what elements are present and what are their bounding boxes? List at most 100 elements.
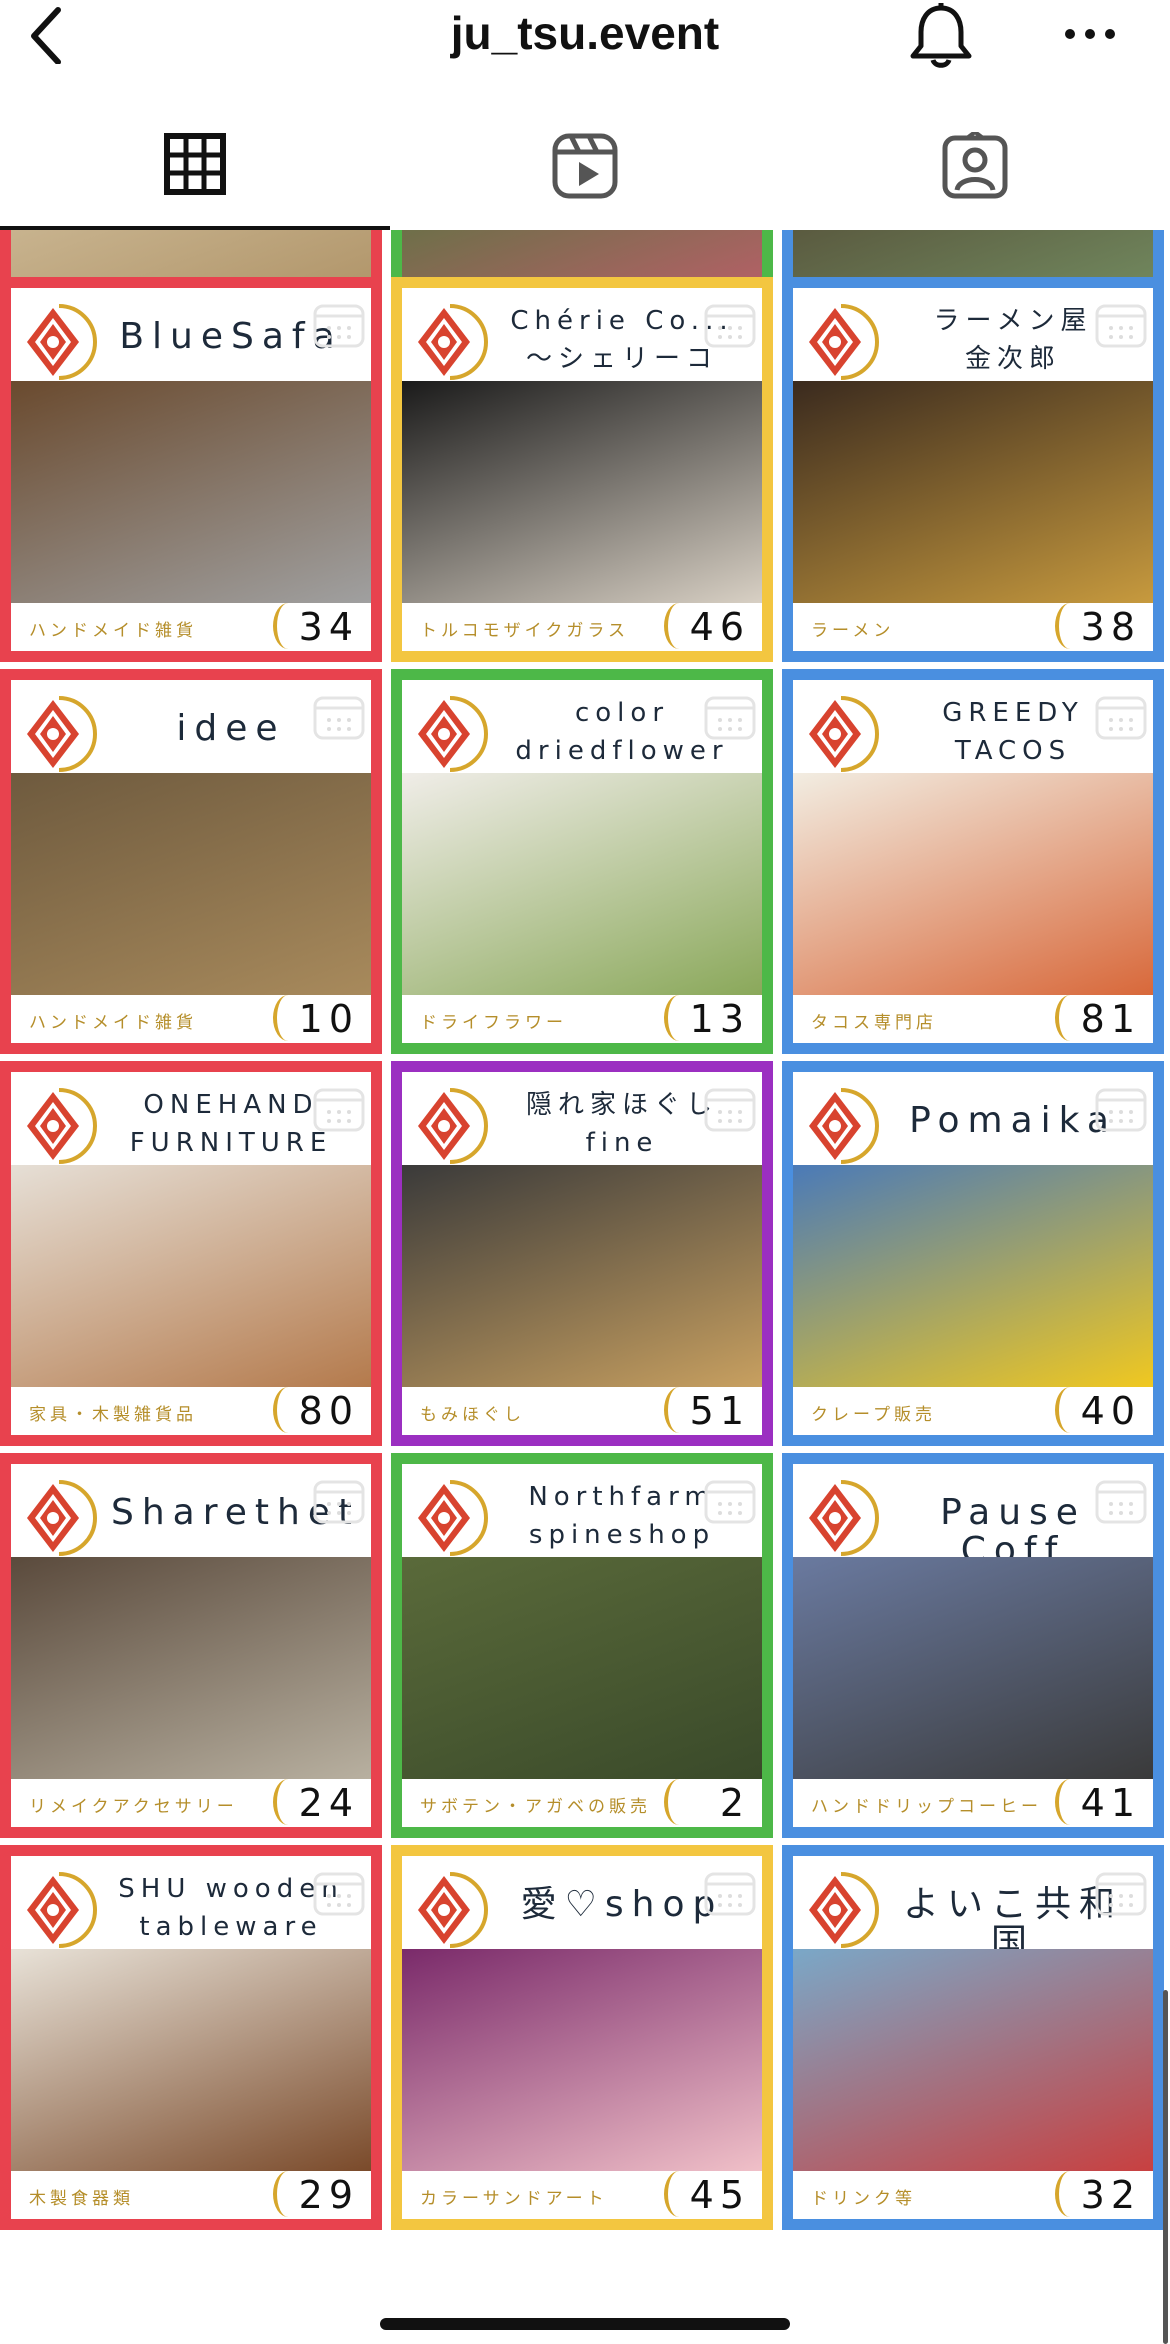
top-bar: ju_tsu.event	[0, 0, 1170, 70]
shop-number: 45	[689, 2173, 750, 2217]
post-header: 愛♡shop	[402, 1856, 762, 1949]
home-indicator[interactable]	[380, 2318, 790, 2330]
shop-number: 10	[298, 997, 359, 1041]
post-footer: もみほぐし 51	[402, 1387, 762, 1435]
post-footer: ハンドメイド雑貨 10	[11, 995, 371, 1043]
scrollbar[interactable]	[1163, 1990, 1168, 2344]
post-photo	[402, 1557, 762, 1779]
shop-number: 38	[1080, 605, 1141, 649]
tab-tagged[interactable]	[780, 110, 1170, 230]
post-tile[interactable]: idee ハンドメイド雑貨 10	[0, 669, 382, 1054]
tagged-person-icon	[942, 132, 1008, 199]
post-footer: ドライフラワー 13	[402, 995, 762, 1043]
tab-posts[interactable]	[0, 110, 390, 230]
post-tile[interactable]: ONEHAND FURNITURE 家具・木製雑貨品 80	[0, 1061, 382, 1446]
post-photo	[11, 773, 371, 995]
post-header: Chérie Co... 〜シェリーココ〜	[402, 288, 762, 412]
shop-category: クレープ販売	[811, 1405, 936, 1425]
shop-number: 40	[1080, 1389, 1141, 1433]
shop-number: 24	[298, 1781, 359, 1825]
bell-icon[interactable]	[905, 2, 977, 70]
post-photo	[402, 773, 762, 995]
post-footer: 木製食器類 29	[11, 2171, 371, 2219]
shop-category: サボテン・アガベの販売	[420, 1797, 651, 1817]
shop-category: ラーメン	[811, 621, 895, 641]
post-footer: ドリンク等 32	[793, 2171, 1153, 2219]
shop-category: トルコモザイクガラス	[420, 621, 629, 641]
post-header: color driedflower	[402, 680, 762, 773]
shop-number: 51	[689, 1389, 750, 1433]
shop-category: ハンドメイド雑貨	[29, 621, 197, 641]
post-tile[interactable]: GREEDY TACOS タコス専門店 81	[782, 669, 1164, 1054]
post-header: idee	[11, 680, 371, 773]
ellipsis-icon[interactable]	[1060, 10, 1120, 60]
post-photo	[793, 381, 1153, 603]
post-footer: ハンドドリップコーヒー 41	[793, 1779, 1153, 1827]
gold-arc-decoration	[664, 1779, 694, 1825]
post-header: BlueSafa	[11, 288, 371, 381]
shop-category: 木製食器類	[29, 2189, 134, 2209]
shop-category: もみほぐし	[420, 1405, 525, 1425]
shop-category: ドライフラワー	[420, 1013, 567, 1033]
post-header: Pause Coff	[793, 1464, 1153, 1570]
shop-number: 80	[298, 1389, 359, 1433]
post-header: Pomaika	[793, 1072, 1153, 1165]
shop-number: 41	[1080, 1781, 1141, 1825]
tab-reels[interactable]	[390, 110, 780, 230]
shop-category: ハンドメイド雑貨	[29, 1013, 197, 1033]
shop-category: ハンドドリップコーヒー	[811, 1797, 1042, 1817]
post-photo	[793, 773, 1153, 995]
profile-username: ju_tsu.event	[450, 7, 720, 59]
shop-number: 34	[298, 605, 359, 649]
reels-icon	[552, 133, 618, 199]
shop-category: カラーサンドアート	[420, 2189, 608, 2209]
post-tile[interactable]: BlueSafa ハンドメイド雑貨 34	[0, 277, 382, 662]
shop-number: 2	[719, 1781, 750, 1825]
post-tile[interactable]: SHU wooden tableware 木製食器類 29	[0, 1845, 382, 2230]
post-header: SHU wooden tableware	[11, 1856, 371, 1949]
post-footer: カラーサンドアート 45	[402, 2171, 762, 2219]
post-photo	[402, 381, 762, 603]
post-tile[interactable]: よいこ共和国ドリンク等 32	[782, 1845, 1164, 2230]
post-photo	[793, 1165, 1153, 1387]
shop-number: 29	[298, 2173, 359, 2217]
post-footer: ハンドメイド雑貨 34	[11, 603, 371, 651]
post-tile[interactable]: 愛♡shop カラーサンドアート 45	[391, 1845, 773, 2230]
posts-grid: 無添加石けん20plants1カフェドリンクetc.39BlueSafaハンドメ…	[0, 230, 1170, 2344]
post-tile[interactable]: Sharethetra リメイクアクセサリー 24	[0, 1453, 382, 1838]
post-footer: トルコモザイクガラス 46	[402, 603, 762, 651]
post-tile[interactable]: Pomaika クレープ販売 40	[782, 1061, 1164, 1446]
post-header: Northfarm spineshop	[402, 1464, 762, 1557]
shop-number: 81	[1080, 997, 1141, 1041]
shop-number: 13	[689, 997, 750, 1041]
post-header: Sharethetra	[11, 1464, 371, 1557]
post-photo	[11, 1165, 371, 1387]
shop-category: タコス専門店	[811, 1013, 937, 1033]
post-footer: ラーメン 38	[793, 603, 1153, 651]
post-tile[interactable]: color driedflower ドライフラワー 13	[391, 669, 773, 1054]
post-header: ONEHAND FURNITURE	[11, 1072, 371, 1165]
post-footer: サボテン・アガベの販売 2	[402, 1779, 762, 1827]
shop-category: ドリンク等	[811, 2189, 916, 2209]
post-tile[interactable]: Pause Coff ハンドドリップコーヒー 41	[782, 1453, 1164, 1838]
post-tile[interactable]: Northfarm spineshop サボテン・アガベの販売 2	[391, 1453, 773, 1838]
post-header: ラーメン屋 金次郎	[793, 288, 1153, 381]
post-tile[interactable]: Chérie Co... 〜シェリーココ〜トルコモザイクガラス 46	[391, 277, 773, 662]
post-header: GREEDY TACOS	[793, 680, 1153, 773]
post-photo	[11, 1557, 371, 1779]
shop-category: 家具・木製雑貨品	[29, 1405, 197, 1425]
post-header: 隠れ家ほぐし fine	[402, 1072, 762, 1165]
post-photo	[793, 1949, 1153, 2171]
post-photo	[11, 381, 371, 603]
post-footer: 家具・木製雑貨品 80	[11, 1387, 371, 1435]
post-photo	[793, 1557, 1153, 1779]
post-photo	[402, 1949, 762, 2171]
post-footer: クレープ販売 40	[793, 1387, 1153, 1435]
post-tile[interactable]: ラーメン屋 金次郎ラーメン 38	[782, 277, 1164, 662]
post-header: よいこ共和国	[793, 1856, 1153, 1962]
shop-category: リメイクアクセサリー	[29, 1797, 238, 1817]
post-footer: リメイクアクセサリー 24	[11, 1779, 371, 1827]
profile-tabs	[0, 110, 1170, 230]
post-photo	[11, 1949, 371, 2171]
post-tile[interactable]: 隠れ家ほぐし fine もみほぐし 51	[391, 1061, 773, 1446]
